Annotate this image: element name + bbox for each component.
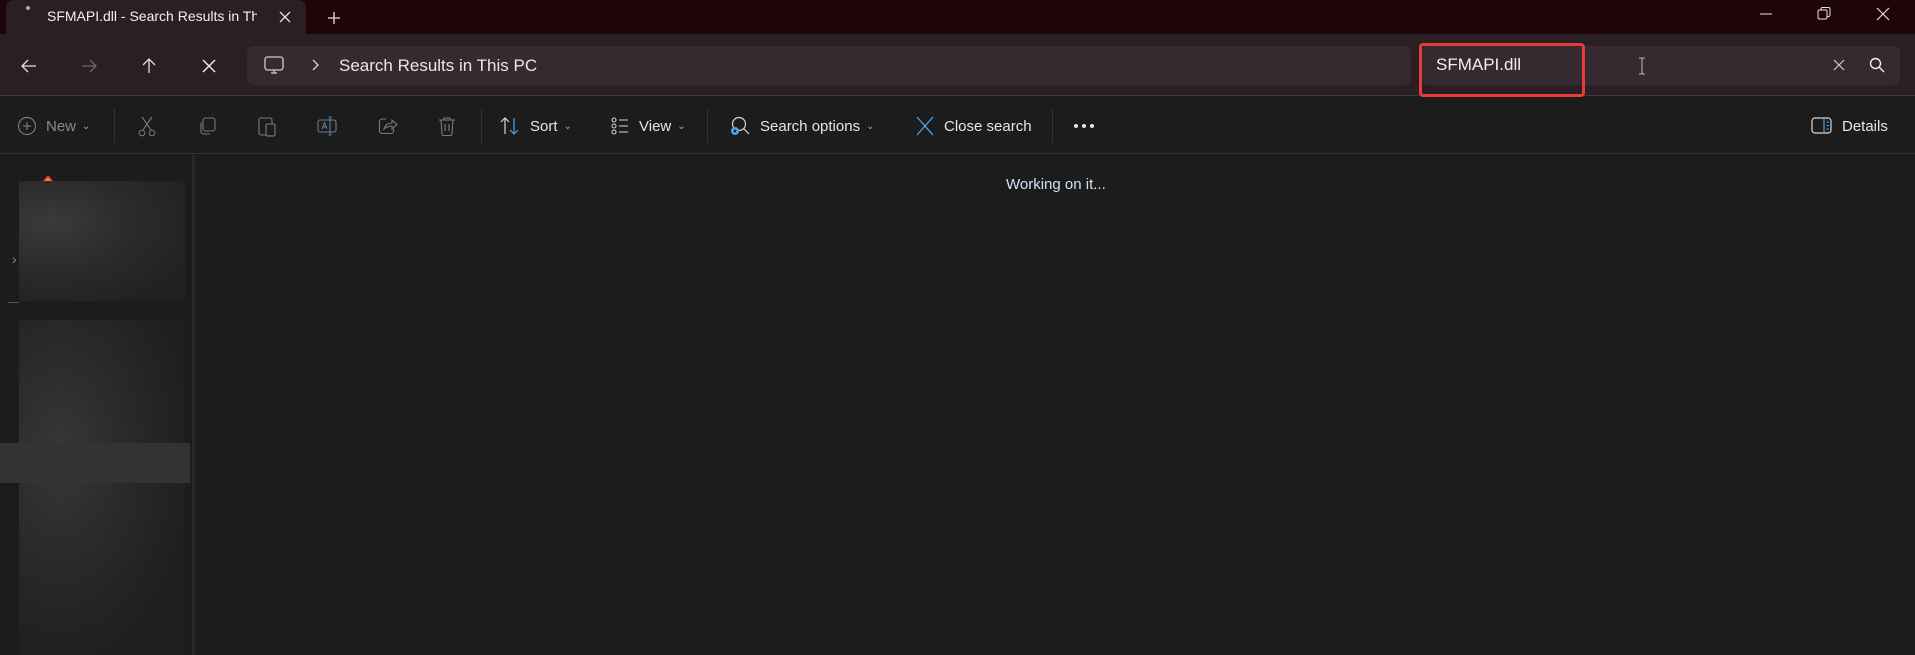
- search-highlight-box: [1419, 43, 1585, 97]
- arrow-right-icon: [82, 59, 97, 73]
- toolbar-divider: [707, 109, 708, 143]
- breadcrumb-chevron-icon[interactable]: [309, 58, 321, 77]
- navigation-bar: Search Results in This PC SFMAPI.dll: [0, 34, 1915, 96]
- sort-button[interactable]: Sort ⌄: [499, 112, 572, 140]
- more-options-button[interactable]: [1073, 112, 1095, 140]
- search-options-button[interactable]: Search options ⌄: [729, 112, 874, 140]
- minimize-icon: [1760, 13, 1772, 15]
- nav-separator: [8, 302, 19, 303]
- tab-close-button[interactable]: [274, 6, 296, 28]
- rename-icon: [317, 116, 337, 136]
- up-button[interactable]: [135, 52, 163, 80]
- delete-button[interactable]: [437, 112, 457, 140]
- toolbar-divider: [481, 109, 482, 143]
- stop-button[interactable]: [195, 52, 223, 80]
- this-pc-icon: [263, 55, 285, 82]
- command-bar: New ⌄ Sort ⌄ View ⌄ Search options ⌄ Clo…: [0, 97, 1915, 154]
- share-button[interactable]: [377, 112, 399, 140]
- pane-splitter[interactable]: [192, 155, 195, 655]
- blurred-nav-region: [19, 181, 185, 301]
- tab-title: SFMAPI.dll - Search Results in This PC: [47, 8, 257, 24]
- minimize-button[interactable]: [1737, 0, 1795, 28]
- breadcrumb[interactable]: Search Results in This PC: [339, 56, 537, 76]
- trash-icon: [439, 117, 455, 137]
- toolbar-divider: [1052, 109, 1053, 143]
- search-options-icon: [731, 116, 750, 135]
- tab-active[interactable]: SFMAPI.dll - Search Results in This PC: [6, 0, 306, 36]
- home-icon: [39, 171, 57, 185]
- blurred-nav-region: [19, 320, 185, 655]
- close-icon: [202, 59, 216, 73]
- close-window-button[interactable]: [1854, 0, 1912, 28]
- chevron-down-icon: ⌄: [677, 120, 686, 132]
- text-cursor-icon: [1637, 57, 1647, 80]
- chevron-right-icon[interactable]: ›: [12, 251, 17, 267]
- new-button[interactable]: New ⌄: [17, 112, 90, 140]
- close-icon: [1876, 7, 1890, 21]
- close-icon: [279, 11, 291, 23]
- sort-icon: [500, 117, 519, 135]
- status-message: Working on it...: [1006, 176, 1106, 193]
- details-pane-button[interactable]: Details: [1811, 112, 1888, 140]
- search-button[interactable]: [1868, 56, 1886, 79]
- copy-button[interactable]: [197, 112, 217, 140]
- nav-item-selected[interactable]: [0, 443, 190, 483]
- view-list-icon: [611, 117, 628, 135]
- chevron-down-icon: ⌄: [82, 120, 91, 132]
- restore-icon: [1817, 7, 1831, 20]
- arrow-up-icon: [142, 58, 156, 73]
- chevron-down-icon: ⌄: [563, 120, 572, 132]
- arrow-left-icon: [21, 59, 36, 73]
- paste-icon: [258, 117, 276, 137]
- address-bar[interactable]: Search Results in This PC: [247, 46, 1411, 85]
- plus-circle-icon: [17, 116, 37, 136]
- cut-button[interactable]: [137, 112, 157, 140]
- scissors-icon: [138, 116, 156, 137]
- share-icon: [378, 118, 398, 135]
- new-tab-button[interactable]: [322, 6, 346, 30]
- copy-icon: [200, 117, 216, 135]
- toolbar-divider: [114, 109, 115, 143]
- ellipsis-icon: [1074, 124, 1094, 128]
- paste-button[interactable]: [257, 112, 277, 140]
- plus-icon: [328, 12, 340, 24]
- close-icon: [916, 116, 934, 136]
- search-icon: [1869, 57, 1885, 73]
- close-search-button[interactable]: Close search: [915, 112, 1032, 140]
- rename-button[interactable]: [316, 112, 338, 140]
- tab-favicon-icon: [26, 6, 30, 10]
- clear-search-button[interactable]: [1830, 56, 1848, 79]
- restore-button[interactable]: [1795, 0, 1853, 28]
- chevron-down-icon: ⌄: [866, 120, 875, 132]
- view-button[interactable]: View ⌄: [610, 112, 686, 140]
- forward-button[interactable]: [75, 52, 103, 80]
- details-pane-icon: [1811, 117, 1832, 134]
- back-button[interactable]: [15, 52, 43, 80]
- title-bar: SFMAPI.dll - Search Results in This PC: [0, 0, 1915, 36]
- close-icon: [1833, 59, 1845, 71]
- navigation-pane[interactable]: ›: [0, 155, 193, 655]
